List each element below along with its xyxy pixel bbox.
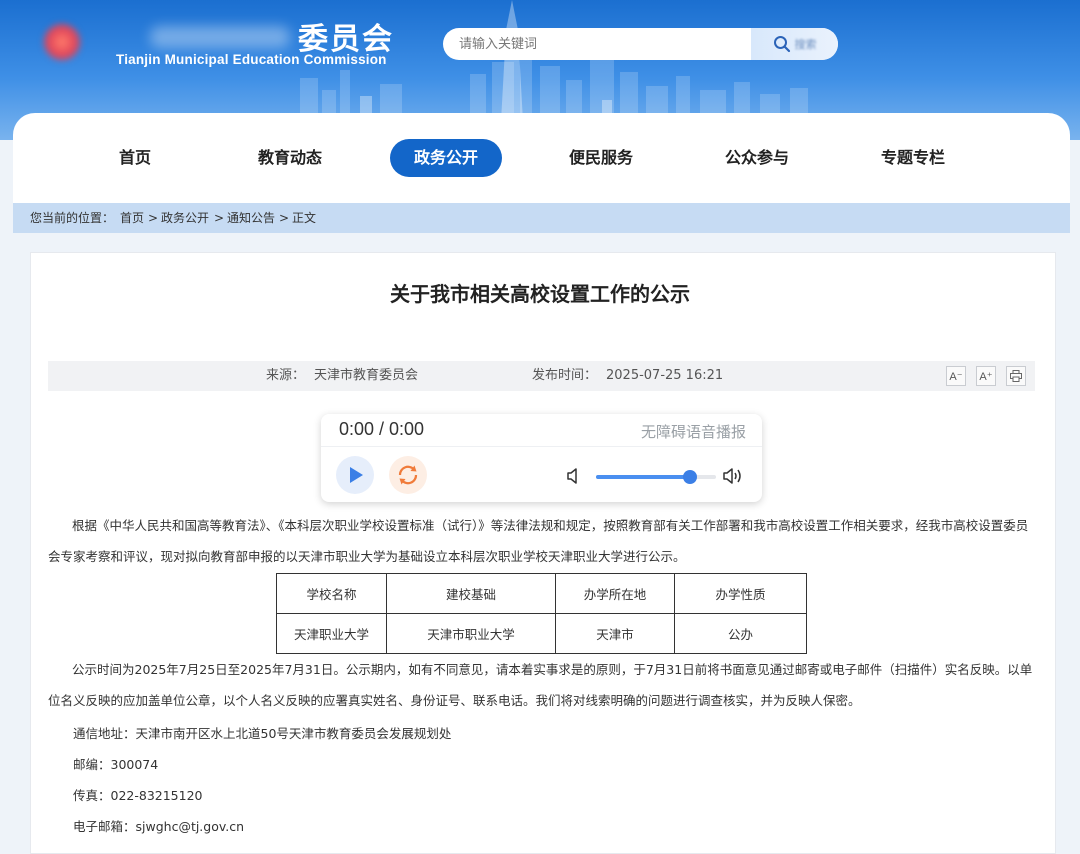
breadcrumb-link-government-affairs[interactable]: 政务公开	[161, 203, 209, 233]
audio-player-header: 0:00 / 0:00 无障碍语音播报	[321, 414, 762, 447]
breadcrumb-prefix: 您当前的位置：	[30, 211, 115, 225]
table-cell: 公办	[674, 613, 807, 654]
table-row: 天津职业大学 天津市职业大学 天津市 公办	[276, 613, 807, 654]
volume-slider[interactable]	[596, 470, 716, 484]
audio-player: 0:00 / 0:00 无障碍语音播报	[321, 414, 762, 502]
volume-low-icon[interactable]	[567, 467, 581, 485]
table-cell: 天津市职业大学	[386, 613, 556, 654]
source-value: 天津市教育委员会	[314, 368, 419, 383]
publish-date-label: 发布时间：	[532, 368, 598, 383]
contact-address: 通信地址：天津市南开区水上北道50号天津市教育委员会发展规划处	[73, 726, 452, 741]
breadcrumb-separator: >	[279, 211, 290, 225]
breadcrumb-link-home[interactable]: 首页	[120, 203, 144, 233]
search-button[interactable]: 搜索	[751, 28, 838, 60]
title-blurred-part	[150, 26, 290, 48]
article-meta-bar: 来源： 天津市教育委员会 发布时间： 2025-07-25 16:21 A⁻ A…	[48, 361, 1035, 391]
school-info-table: 学校名称 建校基础 办学所在地 办学性质 天津职业大学 天津市职业大学 天津市 …	[276, 573, 807, 654]
breadcrumb-separator: >	[214, 211, 225, 225]
breadcrumb-separator: >	[148, 211, 159, 225]
publish-date-value: 2025-07-25 16:21	[606, 368, 724, 383]
nav-item-home[interactable]: 首页	[79, 139, 191, 177]
table-header-cell: 办学性质	[674, 573, 807, 614]
article-title: 关于我市相关高校设置工作的公示	[390, 282, 690, 306]
source-label: 来源：	[266, 368, 306, 383]
print-button[interactable]	[1006, 366, 1026, 386]
main-nav: 首页 教育动态 政务公开 便民服务 公众参与 专题专栏	[13, 113, 1070, 203]
paragraph-notice-period: 公示时间为2025年7月25日至2025年7月31日。公示期内，如有不同意见，请…	[48, 654, 1038, 716]
printer-icon	[1010, 370, 1022, 382]
volume-slider-knob[interactable]	[682, 470, 697, 484]
contact-fax: 传真：022-83215120	[73, 788, 203, 803]
nav-item-public-participation[interactable]: 公众参与	[701, 139, 813, 177]
audio-player-label: 无障碍语音播报	[640, 423, 746, 441]
paragraph-intro: 根据《中华人民共和国高等教育法》、《本科层次职业学校设置标准（试行）》等法律法规…	[48, 510, 1038, 572]
breadcrumb: 您当前的位置： 首页 > 政务公开 > 通知公告 > 正文	[13, 203, 1070, 233]
nav-item-government-affairs[interactable]: 政务公开	[390, 139, 502, 177]
paragraph-intro-text: 根据《中华人民共和国高等教育法》、《本科层次职业学校设置标准（试行）》等法律法规…	[48, 518, 1029, 564]
paragraph-notice-period-text: 公示时间为2025年7月25日至2025年7月31日。公示期内，如有不同意见，请…	[48, 662, 1033, 708]
table-cell: 天津市	[555, 613, 675, 654]
nav-item-public-services[interactable]: 便民服务	[545, 139, 657, 177]
site-title-en: Tianjin Municipal Education Commission	[116, 52, 387, 67]
replay-button[interactable]	[389, 456, 427, 494]
search-bar: 搜索	[443, 28, 838, 60]
audio-time: 0:00 / 0:00	[339, 419, 425, 439]
emblem-logo	[42, 22, 82, 62]
play-button[interactable]	[336, 456, 374, 494]
table-header-cell: 建校基础	[386, 573, 556, 614]
table-header-cell: 学校名称	[276, 573, 387, 614]
table-cell: 天津职业大学	[276, 613, 387, 654]
replay-icon	[398, 465, 418, 485]
contact-postcode: 邮编：300074	[73, 757, 159, 772]
search-input[interactable]	[443, 28, 751, 60]
nav-item-education-news[interactable]: 教育动态	[234, 139, 346, 177]
volume-high-icon[interactable]	[723, 466, 745, 486]
table-header-row: 学校名称 建校基础 办学所在地 办学性质	[276, 573, 807, 614]
contact-email[interactable]: 电子邮箱：sjwghc@tj.gov.cn	[73, 816, 244, 835]
font-decrease-button[interactable]: A⁻	[946, 366, 966, 386]
search-button-label: 搜索	[794, 38, 817, 51]
play-icon	[350, 467, 363, 483]
volume-slider-fill	[596, 475, 690, 479]
breadcrumb-current: 正文	[292, 211, 317, 225]
nav-item-special-topics[interactable]: 专题专栏	[857, 139, 969, 177]
font-increase-button[interactable]: A⁺	[976, 366, 996, 386]
search-icon	[773, 36, 790, 53]
breadcrumb-link-notices[interactable]: 通知公告	[227, 203, 275, 233]
table-header-cell: 办学所在地	[555, 573, 675, 614]
